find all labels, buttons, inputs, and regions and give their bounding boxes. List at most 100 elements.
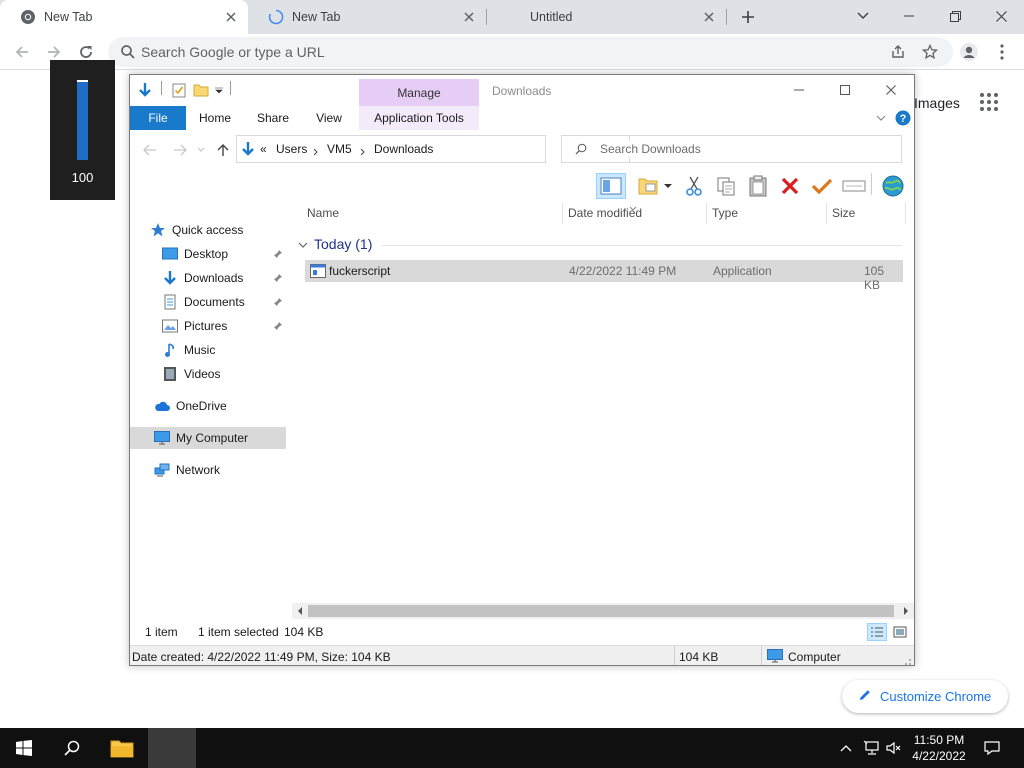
google-apps-icon[interactable] (980, 93, 1000, 113)
delete-icon[interactable] (777, 173, 803, 199)
details-view-icon[interactable] (867, 623, 887, 641)
volume-value: 100 (71, 170, 94, 185)
nav-desktop[interactable]: Desktop (162, 243, 290, 265)
pin-icon[interactable] (272, 272, 284, 284)
breadcrumb-overflow[interactable]: « (260, 142, 267, 156)
explorer-close-button[interactable] (868, 75, 914, 104)
horizontal-scrollbar[interactable] (292, 603, 914, 619)
close-tab-icon[interactable] (222, 8, 240, 26)
recent-locations-dropdown-icon[interactable] (196, 142, 206, 158)
omnibox-input[interactable] (141, 42, 841, 62)
pin-icon[interactable] (272, 320, 284, 332)
explorer-maximize-button[interactable] (822, 75, 868, 104)
search-downloads-box[interactable] (561, 135, 902, 163)
taskbar-active-app[interactable] (148, 728, 196, 768)
new-tab-button[interactable] (736, 5, 760, 29)
column-divider[interactable] (706, 202, 707, 224)
column-divider[interactable] (905, 202, 906, 224)
properties-check-icon[interactable] (809, 173, 835, 199)
nav-pictures[interactable]: Pictures (162, 315, 290, 337)
bookmark-star-icon[interactable] (920, 42, 940, 62)
up-arrow-icon[interactable] (215, 142, 231, 158)
scroll-right-icon[interactable] (900, 605, 912, 617)
large-icons-view-icon[interactable] (890, 623, 910, 641)
network-tray-icon[interactable] (860, 728, 884, 768)
nav-videos[interactable]: Videos (162, 363, 290, 385)
expand-ribbon-icon[interactable] (872, 106, 890, 130)
rename-icon[interactable] (841, 173, 867, 199)
column-divider[interactable] (826, 202, 827, 224)
tab-share[interactable]: Share (250, 106, 296, 130)
explorer-minimize-button[interactable] (776, 75, 822, 104)
taskbar-file-explorer[interactable] (98, 728, 146, 768)
scrollbar-thumb[interactable] (308, 605, 894, 617)
volume-track[interactable] (77, 80, 88, 160)
share-icon[interactable] (888, 42, 908, 62)
nav-downloads[interactable]: Downloads (162, 267, 290, 289)
restore-button[interactable] (932, 0, 978, 32)
forward-arrow-icon[interactable] (172, 142, 188, 158)
minimize-button[interactable] (886, 0, 932, 32)
back-button[interactable] (8, 38, 36, 66)
properties-icon[interactable] (171, 81, 187, 99)
nav-documents[interactable]: Documents (162, 291, 290, 313)
column-header-size[interactable]: Size (832, 206, 855, 220)
back-arrow-icon[interactable] (142, 142, 158, 158)
column-divider[interactable] (562, 202, 563, 224)
new-item-icon[interactable] (635, 173, 661, 199)
close-window-button[interactable] (978, 0, 1024, 32)
breadcrumb-vm5[interactable]: VM5 (327, 142, 352, 156)
customize-chrome-button[interactable]: Customize Chrome (842, 680, 1008, 713)
tab-search-button[interactable] (840, 0, 886, 32)
nav-music[interactable]: Music (162, 339, 290, 361)
column-header-name[interactable]: Name (307, 206, 339, 220)
breadcrumb-chevron-icon[interactable] (313, 145, 319, 159)
paste-icon[interactable] (745, 173, 771, 199)
cut-icon[interactable] (681, 173, 707, 199)
tab-new-tab-loading[interactable]: New Tab (248, 0, 486, 34)
nav-quick-access[interactable]: Quick access (150, 219, 290, 241)
search-button[interactable] (48, 728, 96, 768)
nav-onedrive[interactable]: OneDrive (154, 395, 290, 417)
tab-home[interactable]: Home (192, 106, 238, 130)
preview-pane-icon[interactable] (596, 173, 626, 199)
breadcrumb-downloads[interactable]: Downloads (374, 142, 433, 156)
profile-avatar-icon[interactable] (955, 38, 983, 66)
close-tab-icon[interactable] (460, 8, 478, 26)
tab-view[interactable]: View (306, 106, 352, 130)
new-folder-icon[interactable] (193, 81, 209, 99)
search-downloads-input[interactable] (600, 141, 890, 157)
copy-icon[interactable] (713, 173, 739, 199)
nav-network[interactable]: Network (154, 459, 290, 481)
table-row[interactable]: fuckerscript 4/22/2022 11:49 PM Applicat… (305, 260, 903, 292)
pin-icon[interactable] (272, 296, 284, 308)
scroll-left-icon[interactable] (294, 605, 306, 617)
breadcrumb-users[interactable]: Users (276, 142, 307, 156)
column-header-type[interactable]: Type (712, 206, 738, 220)
tab-application-tools[interactable]: Application Tools (359, 106, 479, 130)
column-header-date-modified[interactable]: Date modified (568, 206, 642, 220)
omnibox[interactable] (108, 37, 953, 67)
breadcrumb-chevron-icon[interactable] (360, 145, 366, 159)
taskbar-clock[interactable]: 11:50 PM 4/22/2022 (900, 732, 978, 764)
show-hidden-icons-chevron-up-icon[interactable] (838, 728, 854, 768)
start-button[interactable] (0, 728, 48, 768)
new-item-dropdown-icon[interactable] (661, 173, 675, 199)
tab-file[interactable]: File (130, 106, 186, 130)
group-header-today[interactable]: Today (1) (298, 236, 372, 252)
notifications-icon[interactable] (978, 728, 1006, 768)
resize-grip-icon[interactable] (902, 655, 912, 665)
tab-untitled[interactable]: Untitled (488, 0, 726, 34)
globe-icon[interactable] (880, 173, 906, 199)
address-bar[interactable]: « Users VM5 Downloads (236, 135, 647, 163)
chrome-menu-icon[interactable] (988, 38, 1016, 66)
manage-contextual-tab[interactable]: Manage (359, 79, 479, 106)
images-link[interactable]: Images (914, 95, 960, 111)
tab-new-tab-active[interactable]: New Tab (0, 0, 248, 34)
down-arrow-icon[interactable] (137, 81, 153, 99)
pin-icon[interactable] (272, 248, 284, 260)
close-tab-icon[interactable] (700, 8, 718, 26)
help-icon[interactable]: ? (894, 106, 912, 130)
customize-qat-dropdown-icon[interactable] (214, 81, 224, 99)
nav-my-computer[interactable]: My Computer (130, 427, 286, 449)
